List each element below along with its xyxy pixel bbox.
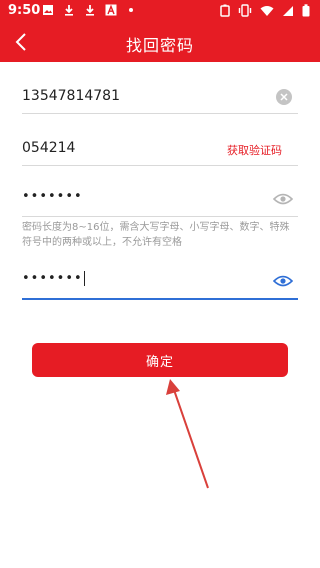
get-code-button[interactable]: 获取验证码	[227, 142, 282, 158]
confirm-password-value: •••••••	[22, 271, 85, 286]
page-title: 找回密码	[125, 36, 194, 55]
wifi-icon	[260, 5, 274, 16]
status-time: 9:50	[8, 3, 41, 18]
status-bar: 9:50	[0, 0, 320, 22]
battery-full-icon	[302, 4, 310, 17]
phone-input-value: 13547814781	[22, 88, 120, 104]
clear-phone-button[interactable]	[276, 89, 292, 105]
verification-code-value: 054214	[22, 140, 76, 156]
password-field[interactable]: •••••••	[22, 186, 298, 217]
image-icon	[43, 5, 53, 15]
close-icon	[280, 93, 288, 101]
confirm-password-dots: •••••••	[22, 271, 83, 286]
battery-icon	[220, 4, 230, 17]
password-hint: 密码长度为8~16位，需含大写字母、小写字母、数字、特殊符号中的两种或以上，不允…	[22, 222, 290, 248]
dot-icon	[129, 8, 133, 12]
eye-active-icon[interactable]	[273, 274, 293, 288]
phone-field[interactable]: 13547814781	[22, 83, 298, 114]
notification-icons	[42, 4, 136, 16]
eye-icon[interactable]	[273, 192, 293, 206]
confirm-button[interactable]: 确定	[32, 343, 288, 377]
download-icon	[86, 5, 94, 16]
download-icon	[65, 5, 73, 16]
signal-icon	[283, 5, 293, 16]
system-icons	[220, 4, 310, 17]
title-bar: 找回密码	[0, 22, 320, 62]
app-header: 9:50 找回密码	[0, 0, 320, 62]
confirm-password-field[interactable]: •••••••	[22, 268, 298, 300]
verification-code-field[interactable]: 054214 获取验证码	[22, 135, 298, 166]
text-caret	[83, 271, 85, 286]
password-value: •••••••	[22, 189, 83, 204]
vibrate-icon	[238, 4, 252, 17]
text-a-icon	[105, 4, 117, 16]
